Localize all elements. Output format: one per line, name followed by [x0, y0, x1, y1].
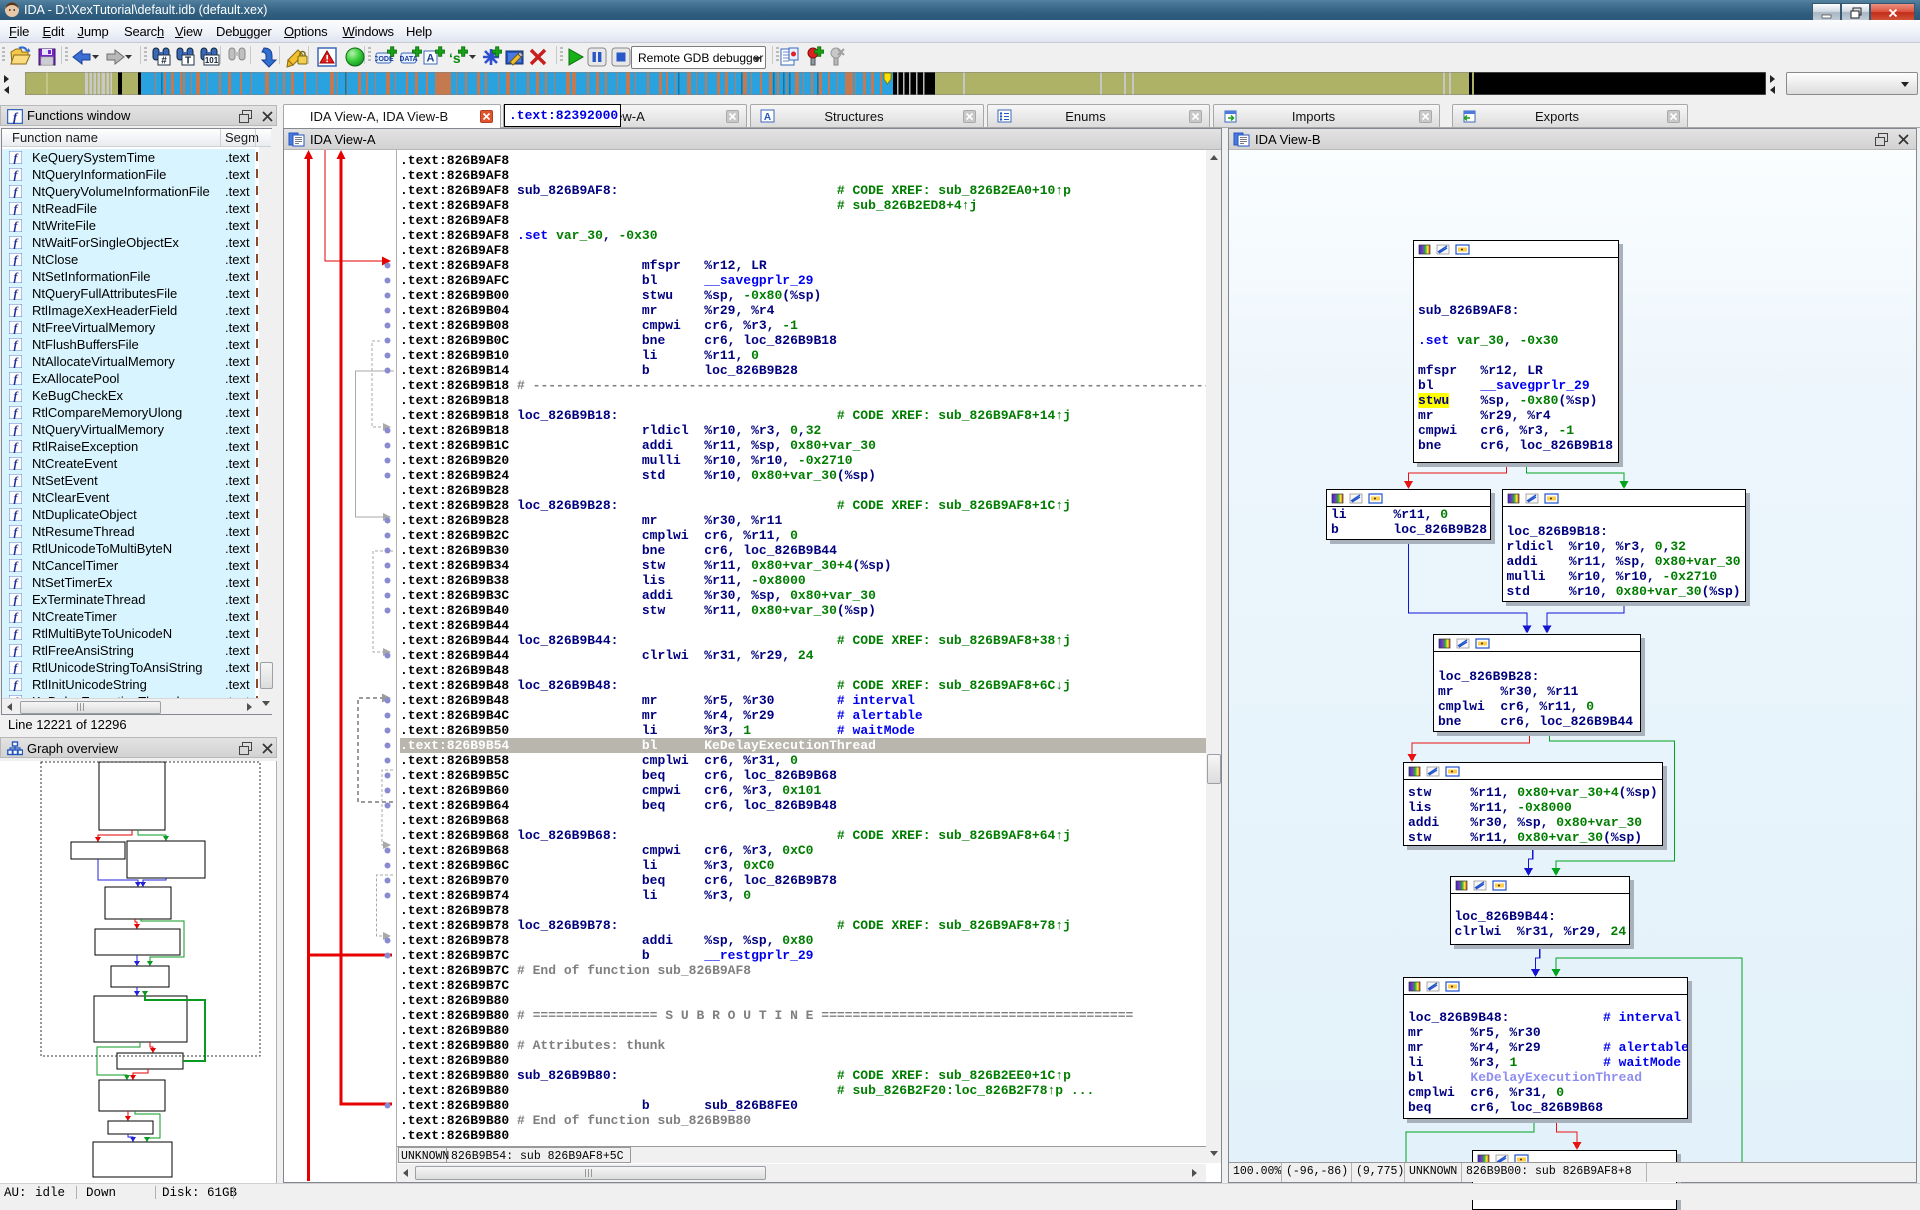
svg-text:101: 101 — [205, 56, 219, 65]
svg-text:#: # — [161, 56, 167, 67]
svg-text:T: T — [185, 56, 191, 67]
svg-text:DATA: DATA — [400, 56, 418, 63]
svg-text:A: A — [427, 53, 435, 65]
svg-text:CODE: CODE — [375, 56, 394, 63]
